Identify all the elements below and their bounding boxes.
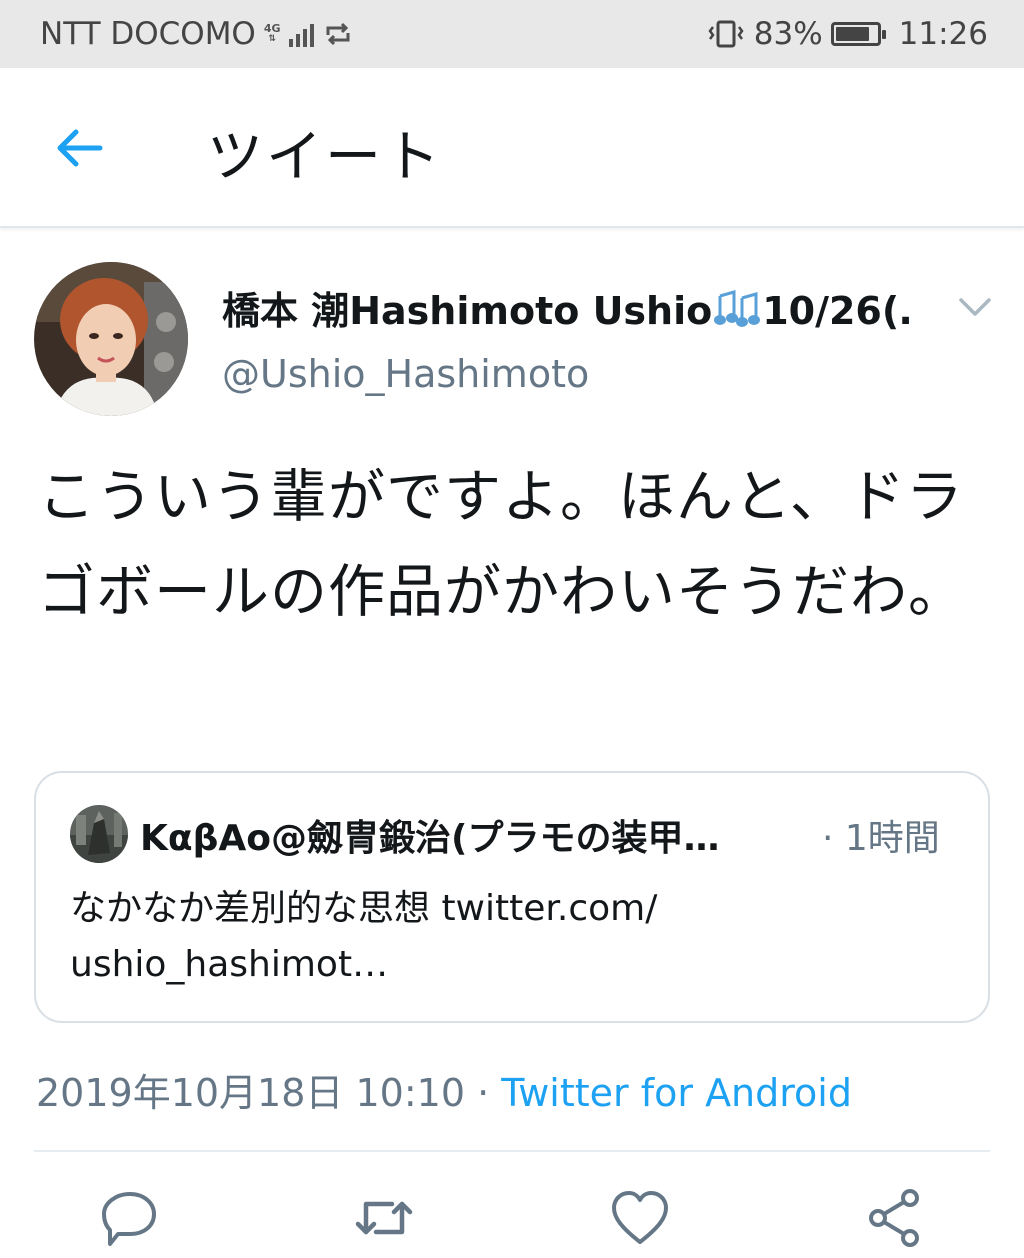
meta-separator: · (477, 1071, 490, 1115)
quoted-tweet-text: なかなか差別的な思想 twitter.com/ ushio_hashimot… (70, 888, 658, 985)
like-button[interactable] (608, 1186, 672, 1250)
battery-icon (830, 22, 886, 46)
quoted-tweet-card[interactable]: KαβAo@劔冑鍛治(プラモの装甲… · 1時間 なかなか差別的な思想 twit… (34, 771, 990, 1023)
quoted-tweet-time: · 1時間 (822, 818, 940, 859)
carrier-name: NTT DOCOMO (40, 16, 256, 52)
music-note-icon (714, 290, 761, 327)
tweet-menu-button[interactable] (953, 288, 997, 324)
network-type-icon: 4G ⇅ (263, 22, 281, 44)
page-title: ツイート (207, 125, 443, 190)
battery-percent: 83% (753, 16, 823, 52)
battery-fill (835, 27, 869, 41)
divider (34, 1150, 990, 1152)
author-display-name[interactable]: 橋本 潮Hashimoto Ushio 10/26(… (222, 280, 912, 335)
share-icon (869, 1189, 919, 1247)
status-bar-right: 83% 11:26 (706, 16, 988, 52)
status-bar-left: NTT DOCOMO 4G ⇅ (40, 16, 354, 52)
status-bar: NTT DOCOMO 4G ⇅ 83% 11:26 (0, 0, 1024, 68)
quoted-author-name: KαβAo@劔冑鍛治(プラモの装甲… (140, 818, 720, 859)
tweet-source-link[interactable]: Twitter for Android (501, 1071, 852, 1115)
app-header: ツイート (0, 68, 1024, 228)
vibrate-icon (708, 20, 744, 48)
heart-icon (612, 1191, 668, 1244)
author-avatar[interactable] (34, 262, 188, 416)
retweet-icon (355, 1201, 413, 1235)
tweet-timestamp: 2019年10月18日 10:10 (36, 1071, 466, 1115)
quoted-avatar-image (70, 805, 128, 863)
arrow-left-icon (57, 129, 103, 167)
reply-icon (102, 1192, 156, 1246)
signal-icon (288, 21, 314, 47)
share-button[interactable] (864, 1186, 928, 1250)
sync-icon (326, 22, 350, 46)
avatar-image (34, 262, 188, 416)
back-button[interactable] (50, 120, 110, 176)
tweet-text: こういう輩がですよ。ほんと、ドラゴボールの作品がかわいそうだわ。 (38, 464, 966, 625)
tweet-meta: 2019年10月18日 10:10 · Twitter for Android (36, 1062, 852, 1117)
chevron-down-icon (959, 298, 991, 316)
retweet-button[interactable] (352, 1186, 416, 1250)
reply-button[interactable] (98, 1186, 162, 1250)
quoted-author-avatar (70, 805, 128, 863)
author-handle[interactable]: @Ushio_Hashimoto (222, 352, 589, 396)
clock: 11:26 (898, 16, 988, 52)
